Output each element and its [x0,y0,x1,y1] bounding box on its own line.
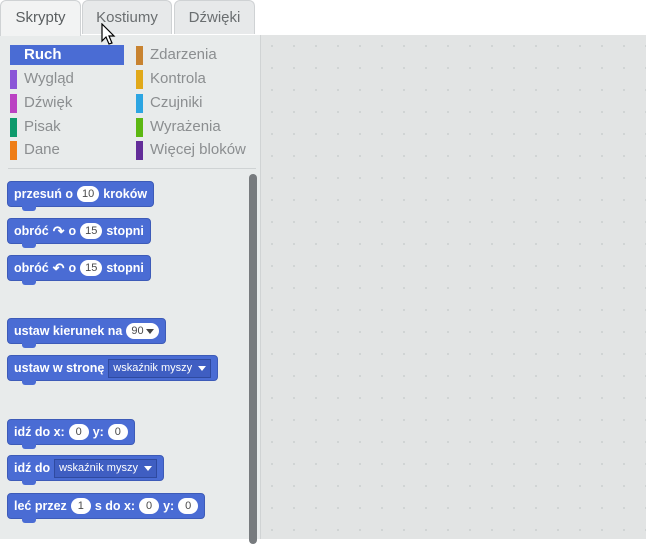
category-swatch [136,46,143,65]
category-events[interactable]: Zdarzenia [136,45,254,65]
dropdown-value: wskaźnik myszy [59,461,138,474]
x-input[interactable]: 0 [139,498,160,514]
category-swatch [136,70,143,89]
block-text: s do x: [94,499,136,513]
block-go-to[interactable]: idź do wskaźnik myszy [7,455,164,485]
category-control[interactable]: Kontrola [136,69,254,89]
direction-value: 90 [131,325,144,337]
category-label: Ruch [24,46,62,63]
category-swatch [10,118,17,137]
rotate-clockwise-icon: ↷ [52,223,65,239]
block-point-towards[interactable]: ustaw w stronę wskaźnik myszy [7,355,219,385]
block-go-to-xy[interactable]: idź do x: 0 y: 0 [7,419,135,449]
rotate-counterclockwise-icon: ↶ [52,260,65,276]
category-label: Dźwięk [24,94,73,111]
category-swatch [136,94,143,113]
block-text: idź do [14,461,51,475]
category-label: Pisak [24,118,61,135]
degrees-input[interactable]: 15 [80,260,103,276]
block-palette: Ruch Wygląd Dźwięk Pisak Dane Zdarzenia … [0,35,260,544]
scripts-area[interactable] [260,35,646,539]
category-sensing[interactable]: Czujniki [136,93,254,113]
chevron-down-icon [198,365,207,371]
category-swatch [10,141,17,160]
category-swatch [136,118,143,137]
category-data[interactable]: Dane [10,140,124,160]
category-swatch [10,46,17,65]
block-text: o [68,224,77,238]
category-label: Kontrola [150,70,206,87]
category-label: Wygląd [24,70,74,87]
category-label: Więcej bloków [150,141,246,158]
block-text: przesuń o [14,187,74,201]
block-text: kroków [103,187,148,201]
category-label: Zdarzenia [150,46,217,63]
block-turn-left[interactable]: obróć ↶ o 15 stopni [7,255,151,285]
block-text: y: [92,425,104,439]
block-turn-right[interactable]: obróć ↷ o 15 stopni [7,218,151,248]
tab-scripts[interactable]: Skrypty [0,0,81,36]
tab-sounds[interactable]: Dźwięki [174,0,255,34]
block-text: obróć [14,261,49,275]
category-more-blocks[interactable]: Więcej bloków [136,140,254,160]
category-looks[interactable]: Wygląd [10,69,124,89]
chevron-down-icon [143,465,152,471]
y-input[interactable]: 0 [178,498,199,514]
category-sound[interactable]: Dźwięk [10,93,124,113]
category-label: Czujniki [150,94,203,111]
block-glide[interactable]: leć przez 1 s do x: 0 y: 0 [7,493,206,523]
block-text: leć przez [14,499,67,513]
seconds-input[interactable]: 1 [70,498,91,514]
mouse-cursor-icon [101,23,116,45]
block-text: idź do x: [14,425,65,439]
steps-input[interactable]: 10 [77,186,100,202]
block-text: ustaw kierunek na [14,324,123,338]
target-dropdown[interactable]: wskaźnik myszy [108,358,212,378]
block-text: y: [163,499,175,513]
category-label: Wyrażenia [150,118,221,135]
block-text: o [68,261,77,275]
category-swatch [136,141,143,160]
chevron-down-icon [145,328,154,334]
y-input[interactable]: 0 [107,424,128,440]
category-swatch [10,70,17,89]
direction-dropdown[interactable]: 90 [126,323,159,339]
block-point-in-direction[interactable]: ustaw kierunek na 90 [7,318,166,348]
block-text: stopni [106,261,144,275]
category-swatch [10,94,17,113]
block-text: stopni [106,224,144,238]
palette-scrollbar[interactable] [249,174,257,544]
tab-costumes[interactable]: Kostiumy [82,0,172,34]
dropdown-value: wskaźnik myszy [113,361,193,374]
category-label: Dane [24,141,60,158]
block-move-steps[interactable]: przesuń o 10 kroków [7,181,155,211]
block-text: ustaw w stronę [14,361,105,375]
x-input[interactable]: 0 [68,424,89,440]
category-operators[interactable]: Wyrażenia [136,117,254,137]
tab-bar: Skrypty Kostiumy Dźwięki [0,0,646,36]
block-text: obróć [14,224,49,238]
palette-divider [8,168,256,169]
category-pen[interactable]: Pisak [10,117,124,137]
category-motion[interactable]: Ruch [10,45,124,65]
target-dropdown[interactable]: wskaźnik myszy [54,458,157,478]
degrees-input[interactable]: 15 [80,223,103,239]
